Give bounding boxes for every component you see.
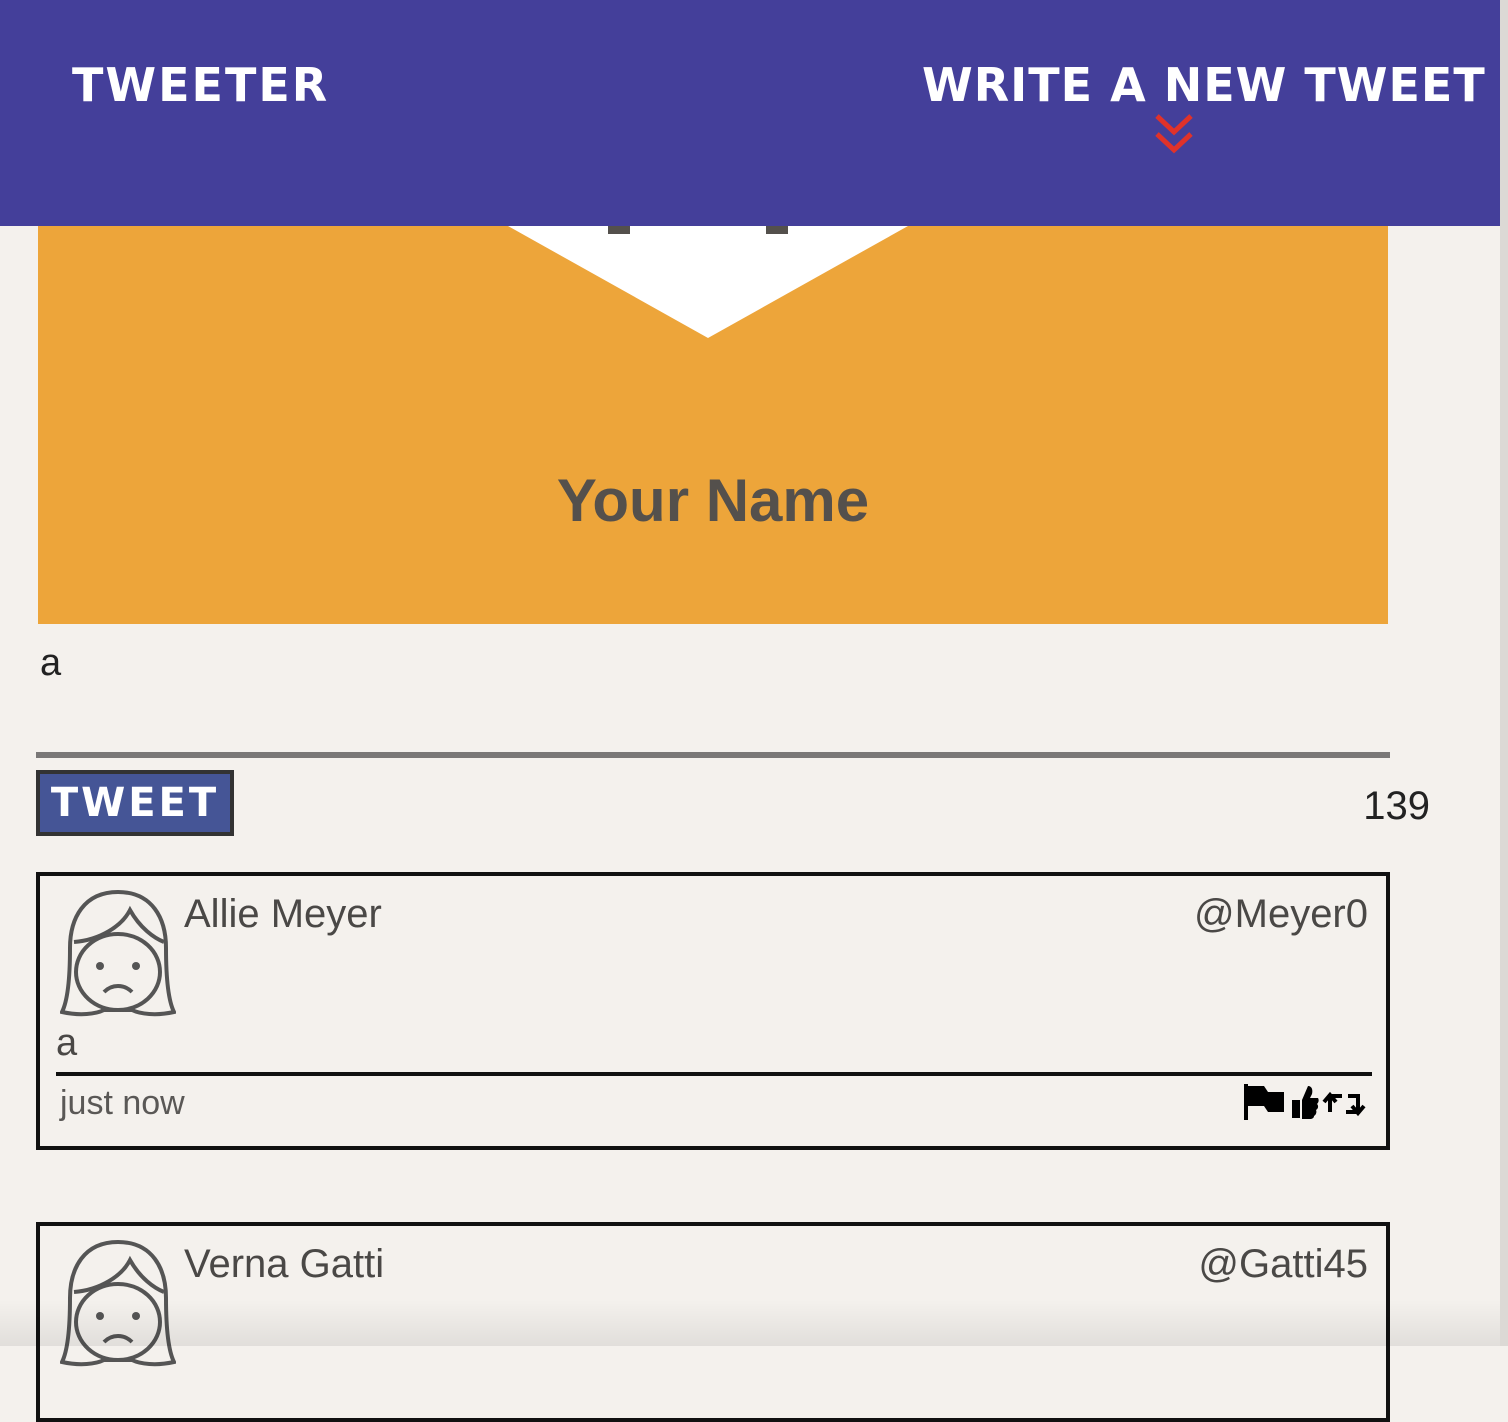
profile-name: Your Name bbox=[556, 467, 870, 534]
avatar-icon bbox=[60, 889, 176, 1017]
like-icon[interactable] bbox=[1290, 1082, 1320, 1122]
flag-icon[interactable] bbox=[1242, 1082, 1288, 1122]
tweet-button[interactable]: Tweet bbox=[36, 770, 234, 836]
chevron-down-icon[interactable] bbox=[1153, 112, 1195, 158]
write-new-tweet-link[interactable]: Write a new tweet bbox=[922, 58, 1486, 112]
tweet-handle: @Meyer0 bbox=[1194, 892, 1368, 936]
composer-divider bbox=[36, 752, 1390, 758]
tweet-author: Verna Gatti bbox=[184, 1242, 385, 1286]
top-nav: Tweeter Write a new tweet bbox=[0, 0, 1500, 226]
tweet-content: a bbox=[56, 1022, 78, 1064]
tweet-actions bbox=[1242, 1082, 1368, 1122]
retweet-icon[interactable] bbox=[1322, 1082, 1368, 1122]
tweet-timestamp: just now bbox=[60, 1084, 185, 1122]
brand-logo[interactable]: Tweeter bbox=[72, 58, 329, 112]
profile-banner: Your Name bbox=[38, 226, 1388, 624]
tweet-card: Verna Gatti @Gatti45 bbox=[36, 1222, 1390, 1422]
tweet-textarea[interactable]: a bbox=[40, 642, 1380, 702]
avatar-icon bbox=[60, 1239, 176, 1367]
tweet-divider bbox=[56, 1072, 1372, 1076]
tweet-card: Allie Meyer @Meyer0 a just now bbox=[36, 872, 1390, 1150]
char-counter: 139 bbox=[1363, 784, 1430, 828]
tweet-handle: @Gatti45 bbox=[1198, 1242, 1368, 1286]
avatar-shape bbox=[508, 226, 908, 338]
window-edge bbox=[1500, 0, 1508, 1346]
tweet-author: Allie Meyer bbox=[184, 892, 382, 936]
